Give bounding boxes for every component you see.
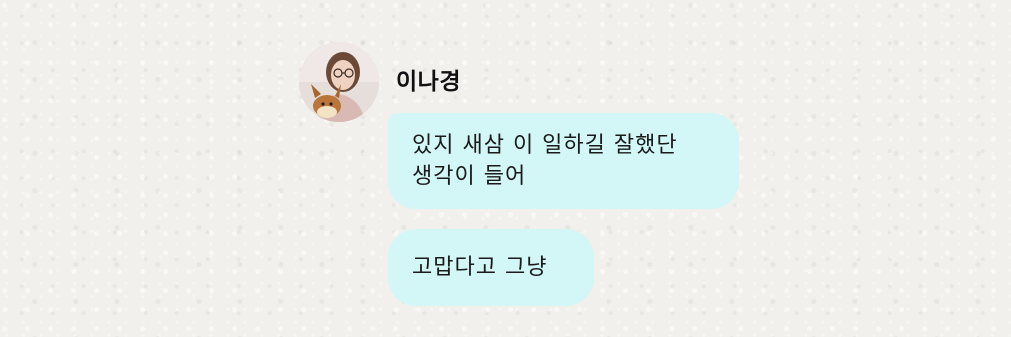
message-text-line: 있지 새삼 이 일하길 잘했단	[412, 133, 678, 158]
message-bubble[interactable]: 고맙다고 그냥	[388, 229, 594, 306]
avatar-photo-icon	[299, 42, 379, 122]
chat-thread: 이나경 있지 새삼 이 일하길 잘했단 생각이 들어 고맙다고 그냥	[0, 0, 1011, 337]
message-bubble[interactable]: 있지 새삼 이 일하길 잘했단 생각이 들어	[388, 113, 739, 209]
message-text-line: 생각이 들어	[412, 164, 527, 189]
message-text-line: 고맙다고 그냥	[412, 255, 548, 280]
avatar[interactable]	[299, 42, 379, 122]
sender-name: 이나경	[396, 69, 461, 95]
